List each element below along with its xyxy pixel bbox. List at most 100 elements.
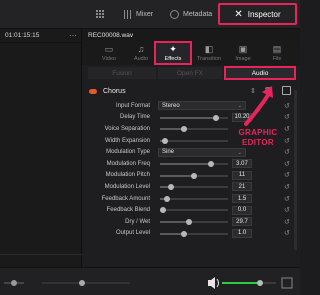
- param-value-field[interactable]: 21: [232, 182, 252, 192]
- param-label: Output Level: [115, 230, 150, 237]
- param-slider[interactable]: [160, 230, 228, 237]
- reset-icon[interactable]: ↺: [284, 171, 290, 179]
- effect-enable-toggle[interactable]: [89, 88, 97, 94]
- param-label: Dry / Wet: [125, 218, 150, 225]
- reset-icon[interactable]: ↺: [284, 102, 290, 110]
- param-select-value: Sine: [162, 149, 175, 156]
- tab-effects[interactable]: ✦ Effects: [154, 41, 192, 65]
- options-icon[interactable]: ⋯: [69, 31, 77, 40]
- volume-icon[interactable]: [208, 277, 219, 289]
- bottom-bar: [0, 267, 300, 295]
- tab-video[interactable]: ▭ Video: [94, 41, 124, 65]
- transition-icon: ◧: [204, 43, 214, 54]
- tab-file[interactable]: ▤ File: [262, 41, 292, 65]
- metadata-icon: [170, 10, 179, 19]
- magic-wand-icon: ✦: [169, 43, 177, 54]
- chevron-down-icon: ⌄: [237, 149, 242, 156]
- param-value-field[interactable]: 1.0: [232, 228, 252, 238]
- slider-knob[interactable]: [167, 184, 174, 191]
- metadata-button[interactable]: Metadata: [170, 8, 212, 21]
- inspector-panel: REC00008.wav ▭ Video ♫ Audio ✦ Effects ◧…: [82, 29, 300, 267]
- image-icon: ▣: [238, 43, 248, 54]
- param-select-value: Stereo: [162, 102, 180, 109]
- file-icon: ▤: [272, 43, 282, 54]
- annotation-label: GRAPHIC EDITOR: [238, 128, 278, 147]
- tab-video-label: Video: [102, 55, 116, 62]
- tab-transition[interactable]: ◧ Transition: [194, 41, 224, 65]
- timeline-scrubber[interactable]: [4, 280, 24, 286]
- param-value-field[interactable]: 0.0: [232, 205, 252, 215]
- tab-image[interactable]: ▣ Image: [228, 41, 258, 65]
- mixer-button[interactable]: Mixer: [124, 8, 153, 21]
- subtab-fusion[interactable]: Fusion: [88, 67, 156, 79]
- mixer-label: Mixer: [136, 11, 154, 18]
- param-slider[interactable]: [160, 126, 228, 133]
- slider-knob[interactable]: [212, 114, 219, 121]
- slider-knob[interactable]: [185, 218, 192, 225]
- param-select[interactable]: Stereo ⌄: [158, 101, 246, 111]
- graphic-editor-icon[interactable]: [282, 86, 291, 95]
- param-select[interactable]: Sine ⌄: [158, 147, 246, 157]
- effect-name: Chorus: [103, 87, 126, 95]
- param-slider[interactable]: [160, 218, 228, 225]
- reset-icon[interactable]: ↺: [284, 160, 290, 168]
- zoom-slider[interactable]: [42, 280, 130, 286]
- slider-knob[interactable]: [180, 126, 187, 133]
- param-value-field[interactable]: 3.07: [232, 159, 252, 169]
- slider-knob[interactable]: [163, 195, 170, 202]
- inspector-tabs: ▭ Video ♫ Audio ✦ Effects ◧ Transition ▣…: [82, 41, 300, 65]
- slider-knob[interactable]: [162, 137, 169, 144]
- param-label: Input Format: [115, 102, 150, 109]
- param-value-field[interactable]: 11: [232, 170, 252, 180]
- reset-icon[interactable]: ↺: [284, 195, 290, 203]
- tab-effects-label: Effects: [164, 55, 182, 62]
- annotation-arrow: [244, 86, 273, 126]
- inspector-icon: ✕: [234, 8, 243, 20]
- reset-icon[interactable]: ↺: [284, 148, 290, 156]
- param-row: Modulation Type Sine ⌄ ↺: [82, 146, 300, 158]
- reset-icon[interactable]: ↺: [284, 229, 290, 237]
- param-label: Modulation Level: [104, 183, 150, 190]
- slider-fill: [160, 162, 211, 165]
- clip-name: REC00008.wav: [82, 29, 300, 41]
- subtab-audio[interactable]: Audio: [224, 66, 296, 80]
- param-label: Delay Time: [119, 114, 150, 121]
- volume-slider[interactable]: [222, 280, 276, 286]
- param-row: Modulation Level 21 ↺: [82, 181, 300, 193]
- param-value-field[interactable]: 29.7: [232, 217, 252, 227]
- slider-knob[interactable]: [160, 207, 167, 214]
- reset-icon[interactable]: ↺: [284, 206, 290, 214]
- tab-audio[interactable]: ♫ Audio: [126, 41, 156, 65]
- metadata-label: Metadata: [183, 11, 213, 18]
- tab-file-label: File: [272, 55, 282, 62]
- param-slider[interactable]: [160, 172, 228, 179]
- slider-knob[interactable]: [208, 160, 214, 167]
- param-row: Output Level 1.0 ↺: [82, 228, 300, 240]
- param-slider[interactable]: [160, 207, 228, 214]
- grid-icon[interactable]: [96, 8, 105, 21]
- reset-icon[interactable]: ↺: [284, 183, 290, 191]
- scrollbar[interactable]: [294, 90, 297, 250]
- mixer-icon: [124, 10, 132, 19]
- inspector-label: Inspector: [247, 9, 281, 19]
- param-slider[interactable]: [160, 195, 228, 202]
- reset-icon[interactable]: ↺: [284, 137, 290, 145]
- viewer-panel: 01:01:15:15 ⋯: [0, 29, 82, 295]
- param-value-field[interactable]: 1.5: [232, 194, 252, 204]
- param-slider[interactable]: [160, 184, 228, 191]
- param-row: Feedback Blend 0.0 ↺: [82, 204, 300, 216]
- reset-icon[interactable]: ↺: [284, 125, 290, 133]
- audio-meter-icon[interactable]: [281, 277, 293, 289]
- reset-icon[interactable]: ↺: [284, 218, 290, 226]
- param-label: Modulation Type: [106, 149, 150, 156]
- param-slider[interactable]: [160, 137, 228, 144]
- music-note-icon: ♫: [137, 43, 145, 54]
- slider-knob[interactable]: [191, 172, 197, 179]
- param-slider[interactable]: [160, 160, 228, 167]
- param-label: Modulation Freq: [106, 160, 150, 167]
- slider-knob[interactable]: [180, 230, 187, 237]
- reset-icon[interactable]: ↺: [284, 113, 290, 121]
- param-slider[interactable]: [160, 114, 228, 121]
- inspector-button[interactable]: ✕ Inspector: [218, 3, 297, 25]
- subtab-openfx[interactable]: Open FX: [158, 67, 222, 79]
